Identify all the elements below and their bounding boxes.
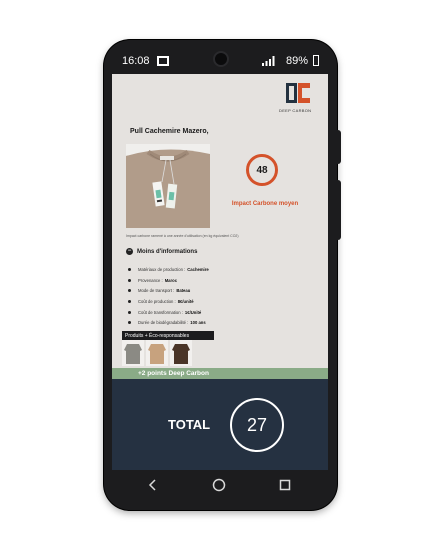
carrier-logo-icon xyxy=(157,56,169,66)
eco-products-heading: Produits + Éco-responsables xyxy=(122,331,214,340)
status-bar: 16:08 89% xyxy=(110,50,329,72)
total-value: 27 xyxy=(230,398,284,452)
home-nav-icon[interactable] xyxy=(210,476,228,494)
less-info-label: Moins d'informations xyxy=(137,248,198,255)
bullet-icon xyxy=(128,267,131,271)
list-item: Mode de transport : Bateau xyxy=(126,285,316,296)
points-banner: +2 points Deep Carbon xyxy=(112,368,328,379)
carbon-score: 48 xyxy=(246,154,278,186)
logo-text: DEEP CARBON xyxy=(279,108,312,113)
list-item: Coût de transformation :1€/Unité xyxy=(126,307,316,318)
impact-label: Impact Carbone moyen xyxy=(231,201,299,207)
battery-percent: 89% xyxy=(286,55,309,67)
less-info-toggle[interactable]: − Moins d'informations xyxy=(126,248,197,255)
deep-carbon-logo xyxy=(286,83,310,103)
wifi-signal-icon xyxy=(262,56,275,66)
power-button xyxy=(337,180,341,240)
list-item: Coût de production :8€/unité xyxy=(126,296,316,307)
eco-product-thumb[interactable] xyxy=(146,340,168,366)
minus-icon: − xyxy=(126,248,133,255)
details-list: Matériaux de production : Cachemire Prove… xyxy=(126,264,316,328)
app-screen: DEEP CARBON Pull Cachemire Mazero, 48 Im… xyxy=(112,74,328,470)
product-image xyxy=(126,144,210,228)
bullet-icon xyxy=(128,310,131,314)
battery-icon xyxy=(313,55,319,66)
list-item: Provenance : Maroc xyxy=(126,275,316,286)
status-time: 16:08 xyxy=(122,55,150,67)
list-item: Durée de biodégradabilité :100 ans xyxy=(126,317,316,328)
list-item: Matériaux de production : Cachemire xyxy=(126,264,316,275)
total-label: TOTAL xyxy=(168,417,211,432)
bullet-icon xyxy=(128,321,131,325)
volume-button xyxy=(337,130,341,164)
recents-nav-icon[interactable] xyxy=(276,476,294,494)
product-title: Pull Cachemire Mazero, xyxy=(130,128,209,135)
total-panel: TOTAL 27 xyxy=(112,379,328,470)
eco-product-thumb[interactable] xyxy=(122,340,144,366)
bullet-icon xyxy=(128,289,131,293)
impact-note: Impact carbone ramené à une année d'util… xyxy=(126,234,239,238)
bullet-icon xyxy=(128,278,131,282)
system-nav-bar xyxy=(110,470,329,500)
back-nav-icon[interactable] xyxy=(144,476,162,494)
bullet-icon xyxy=(128,299,131,303)
eco-products-row xyxy=(122,340,192,366)
eco-product-thumb[interactable] xyxy=(170,340,192,366)
front-camera-icon xyxy=(213,51,229,67)
